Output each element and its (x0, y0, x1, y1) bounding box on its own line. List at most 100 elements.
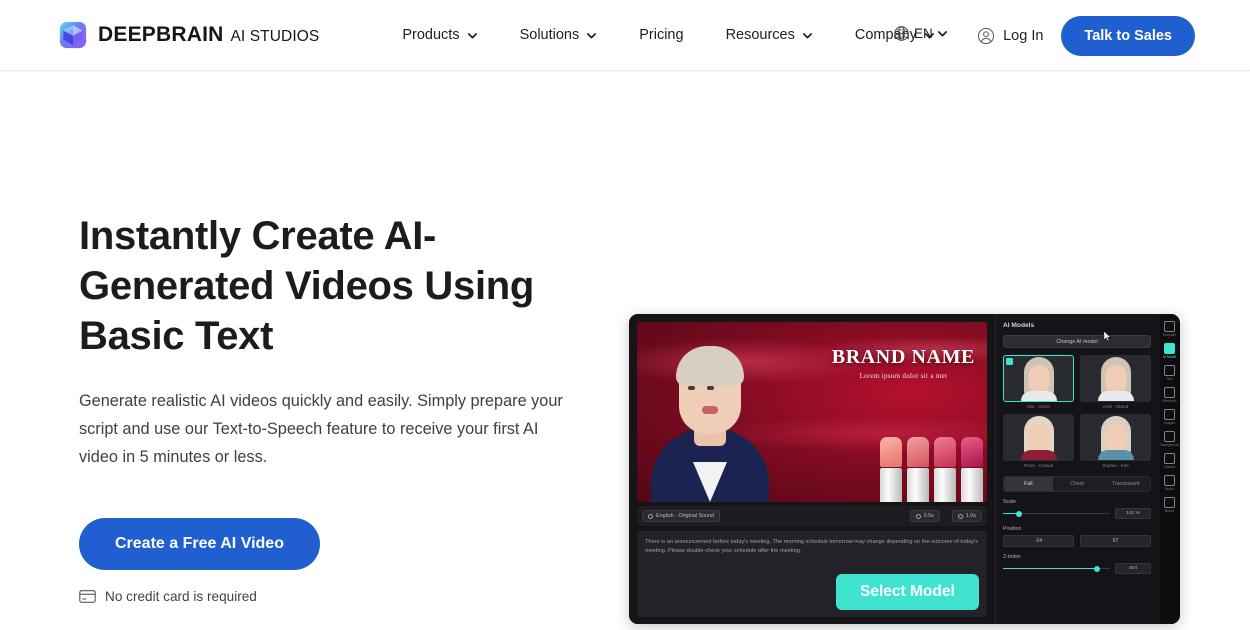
rail-label: Elements (1162, 399, 1177, 403)
rail-item-frames[interactable]: Frames (1160, 453, 1180, 469)
rail-label: Frames (1163, 465, 1176, 469)
background-icon (1164, 431, 1175, 442)
rail-item-images[interactable]: Images (1160, 409, 1180, 425)
hero-subtext: Generate realistic AI videos quickly and… (79, 392, 563, 466)
cube-logo-icon (59, 21, 87, 49)
app-mockup: BRAND NAME Lorem ipsum dolor sit a met E… (629, 314, 1180, 624)
time-chip-start[interactable]: 0.5s (909, 510, 940, 522)
select-model-button[interactable]: Select Model (836, 574, 979, 610)
brand-logo[interactable]: DEEPBRAIN AI STUDIOS (59, 21, 319, 49)
tab-transparent[interactable]: Transparent (1101, 477, 1150, 491)
position-x-input[interactable]: -24 (1003, 535, 1074, 547)
zindex-label: Z-Index (1003, 554, 1021, 560)
nav-label: Solutions (519, 27, 580, 43)
rail-label: Text (1166, 377, 1173, 381)
scale-control: Scale 141 % (1003, 499, 1151, 519)
overlay-subtitle: Lorem ipsum dolor sit a met (859, 372, 948, 380)
nav-item-solutions[interactable]: Solutions (499, 19, 619, 51)
login-button[interactable]: Log In (977, 27, 1043, 45)
overlay-title: BRAND NAME (831, 346, 975, 368)
language-sound-chip[interactable]: English - Original Sound (642, 510, 721, 522)
panel-title: AI Models (1003, 322, 1035, 329)
video-preview-stage[interactable]: BRAND NAME Lorem ipsum dolor sit a met (637, 322, 987, 502)
ai-models-panel: AI Models Change AI model Mia · Smile Ar… (995, 314, 1158, 624)
text-icon (1164, 365, 1175, 376)
rail-item-text[interactable]: Text (1160, 365, 1180, 381)
no-credit-card-note: No credit card is required (79, 589, 599, 604)
change-ai-model-button[interactable]: Change AI model (1003, 335, 1151, 348)
talk-to-sales-button[interactable]: Talk to Sales (1061, 15, 1195, 56)
nav-label: Products (402, 27, 460, 43)
position-control: Position -24 67 (1003, 526, 1151, 547)
main-navigation: Products Solutions Pricing Resources Com… (381, 19, 956, 51)
ai-model-icon (1164, 343, 1175, 354)
change-ai-model-label: Change AI model (1056, 338, 1098, 345)
rail-item-elements[interactable]: Elements (1160, 387, 1180, 403)
ai-model-card[interactable]: Mia · Smile (1003, 355, 1074, 409)
globe-icon (893, 25, 910, 42)
rail-item-ai-model[interactable]: AI Model (1160, 343, 1180, 359)
tab-full[interactable]: Full (1004, 477, 1053, 491)
rail-label: AI Model (1162, 355, 1177, 359)
rail-item-audio[interactable]: Audio (1160, 475, 1180, 491)
ai-model-label: Rose · Casual (1023, 463, 1054, 468)
video-toolbar: English - Original Sound 0.5s 1.0s (637, 506, 987, 526)
rail-label: Brand (1164, 509, 1175, 513)
position-y-input[interactable]: 67 (1080, 535, 1151, 547)
rail-label: Background (1160, 443, 1179, 447)
template-icon (1164, 321, 1175, 332)
brand-subtitle: AI STUDIOS (230, 28, 320, 45)
language-selector[interactable]: EN (893, 25, 948, 42)
ai-model-card[interactable]: Ariel · Stand (1080, 355, 1151, 409)
create-free-ai-video-button[interactable]: Create a Free AI Video (79, 518, 320, 570)
mouse-cursor-icon (1103, 330, 1112, 342)
check-icon (1006, 358, 1013, 365)
site-header: DEEPBRAIN AI STUDIOS Products Solutions … (0, 0, 1250, 71)
no-credit-card-label: No credit card is required (105, 589, 257, 604)
clock-icon (957, 513, 963, 519)
ai-model-card[interactable]: Sophie · Knit (1080, 414, 1151, 468)
scale-value[interactable]: 141 % (1115, 508, 1151, 519)
hero-copy: Instantly Create AI-Generated Videos Usi… (79, 211, 599, 604)
chevron-down-icon (586, 30, 597, 41)
rail-label: Template (1162, 333, 1177, 337)
language-label: EN (914, 26, 933, 41)
image-icon (1164, 409, 1175, 420)
rail-label: Images (1163, 421, 1176, 425)
language-sound-label: English - Original Sound (656, 513, 715, 519)
frames-icon (1164, 453, 1175, 464)
zindex-value[interactable]: 404 (1115, 563, 1151, 574)
scale-label: Scale (1003, 499, 1016, 505)
rail-item-template[interactable]: Template (1160, 321, 1180, 337)
nav-item-resources[interactable]: Resources (705, 19, 834, 51)
nav-item-products[interactable]: Products (381, 19, 498, 51)
zindex-control: Z-Index 404 (1003, 554, 1151, 574)
scale-slider[interactable] (1003, 509, 1110, 519)
ai-avatar-presenter (645, 324, 775, 502)
rail-item-background[interactable]: Background (1160, 431, 1180, 447)
ai-model-card[interactable]: Rose · Casual (1003, 414, 1074, 468)
hero-section: Instantly Create AI-Generated Videos Usi… (0, 71, 1250, 630)
editor-main-area: BRAND NAME Lorem ipsum dolor sit a met E… (629, 314, 995, 624)
time-chip-end[interactable]: 1.0s (951, 510, 982, 522)
header-actions: Log In Talk to Sales (977, 0, 1195, 71)
lipstick-products (880, 437, 983, 502)
audio-icon (1164, 475, 1175, 486)
nav-item-pricing[interactable]: Pricing (618, 19, 704, 51)
tab-chest[interactable]: Chest (1053, 477, 1102, 491)
chevron-down-icon (467, 30, 478, 41)
login-label: Log In (1003, 27, 1044, 44)
model-crop-tabs: Full Chest Transparent (1003, 476, 1151, 492)
brand-icon (1164, 497, 1175, 508)
brand-name: DEEPBRAIN (98, 23, 224, 46)
nav-label: Pricing (639, 27, 684, 43)
clock-icon (915, 513, 921, 519)
zindex-slider[interactable] (1003, 564, 1110, 574)
ai-model-label: Mia · Smile (1027, 404, 1050, 409)
rail-item-brand[interactable]: Brand (1160, 497, 1180, 513)
chevron-down-icon (802, 30, 813, 41)
editor-tool-rail: Template AI Model Text Elements Images B… (1158, 314, 1180, 624)
ai-model-grid: Mia · Smile Ariel · Stand Rose · Casual (1003, 355, 1151, 468)
position-label: Position (1003, 526, 1022, 532)
page-title: Instantly Create AI-Generated Videos Usi… (79, 214, 535, 358)
